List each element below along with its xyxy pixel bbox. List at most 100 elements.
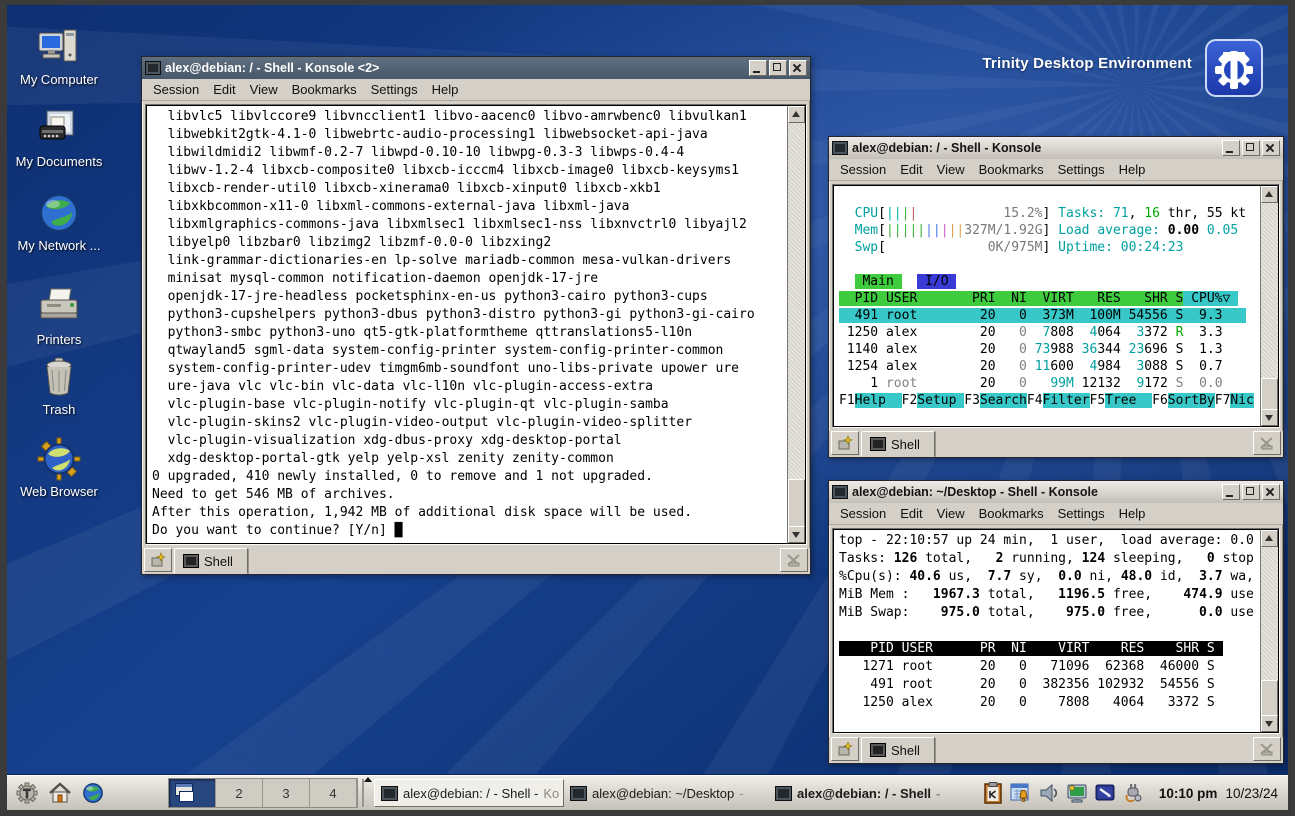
konsole-window-icon [832, 485, 848, 499]
terminal-output[interactable]: top - 22:10:57 up 24 min, 1 user, load a… [833, 529, 1260, 733]
menu-settings[interactable]: Settings [364, 82, 425, 97]
scroll-up-button[interactable] [788, 106, 805, 123]
menu-bookmarks[interactable]: Bookmarks [285, 82, 364, 97]
shell-tab-icon [870, 743, 886, 757]
task-button-konsole-desktop[interactable]: alex@debian: ~/Desktop - [564, 779, 769, 807]
task-button-konsole-shell[interactable]: alex@debian: / - Shell - [769, 779, 974, 807]
minimize-button[interactable] [1222, 140, 1240, 156]
new-session-button[interactable] [831, 737, 859, 761]
desktop-icon-label: My Computer [19, 72, 99, 87]
maximize-button[interactable] [769, 60, 787, 76]
menu-help[interactable]: Help [425, 82, 466, 97]
pager-desktop-4[interactable]: 4 [310, 779, 357, 807]
desktop-icon-printers[interactable]: Printers [9, 285, 109, 349]
terminal-output[interactable]: CPU[|||| 15.2%] Tasks: 71, 16 thr, 55 kt… [833, 185, 1260, 427]
menu-view[interactable]: View [243, 82, 285, 97]
desktop-icon-label: Web Browser [20, 484, 98, 499]
menu-session[interactable]: Session [833, 506, 893, 521]
organizer-alarm-tray-icon[interactable] [1009, 781, 1033, 805]
display-monitor-tray-icon[interactable] [1065, 781, 1089, 805]
close-button[interactable] [1262, 140, 1280, 156]
menu-edit[interactable]: Edit [893, 506, 929, 521]
tab-label: Shell [891, 436, 920, 452]
scroll-up-button[interactable] [1261, 186, 1278, 203]
tde-menu-icon [16, 782, 38, 804]
task-label: alex@debian: / - Shell [797, 785, 932, 801]
pager-desktop-2[interactable]: 2 [216, 779, 263, 807]
task-button-konsole-main[interactable]: alex@debian: / - Shell - Ko [374, 779, 564, 807]
scrollbar[interactable] [1260, 185, 1279, 427]
volume-tray-icon[interactable] [1037, 781, 1061, 805]
power-plug-tray-icon[interactable] [1121, 781, 1145, 805]
taskbar-handle[interactable] [362, 777, 372, 807]
klipper-tray-icon[interactable] [981, 781, 1005, 805]
documents-icon [39, 110, 74, 140]
window-title: alex@debian: ~/Desktop - Shell - Konsole [852, 485, 1098, 499]
maximize-button[interactable] [1242, 484, 1260, 500]
menu-help[interactable]: Help [1112, 506, 1153, 521]
session-list-icon [1260, 743, 1273, 756]
pager-window-thumb [179, 791, 194, 802]
close-button[interactable] [1262, 484, 1280, 500]
desktop-icon-label: Trash [42, 402, 76, 417]
scroll-down-button[interactable] [1261, 715, 1278, 732]
scroll-up-button[interactable] [1261, 530, 1278, 547]
tab-shell[interactable]: Shell [861, 431, 935, 457]
menu-view[interactable]: View [930, 506, 972, 521]
menu-session[interactable]: Session [146, 82, 206, 97]
menu-session[interactable]: Session [833, 162, 893, 177]
konsole-task-icon [570, 785, 587, 801]
session-list-button[interactable] [780, 548, 808, 572]
new-session-button[interactable] [831, 431, 859, 455]
menu-settings[interactable]: Settings [1051, 506, 1112, 521]
desktop: Trinity Desktop Environment My Computer … [7, 5, 1288, 810]
tde-menu-button[interactable] [14, 780, 40, 806]
menubar: Session Edit View Bookmarks Settings Hel… [142, 79, 810, 101]
desktop-icon-trash[interactable]: Trash [9, 355, 109, 419]
pager-desktop-3[interactable]: 3 [263, 779, 310, 807]
scroll-down-button[interactable] [1261, 409, 1278, 426]
scrollbar-thumb[interactable] [1261, 680, 1278, 716]
new-session-button[interactable] [144, 548, 172, 572]
tab-shell[interactable]: Shell [174, 548, 248, 574]
menu-edit[interactable]: Edit [893, 162, 929, 177]
tab-shell[interactable]: Shell [861, 737, 935, 763]
session-tabbar: Shell [142, 548, 810, 574]
home-button[interactable] [47, 780, 73, 806]
session-list-button[interactable] [1253, 737, 1281, 761]
desktop-icon-label: My Documents [15, 154, 103, 169]
desktop-icon-my-documents[interactable]: My Documents [9, 107, 109, 171]
maximize-button[interactable] [1242, 140, 1260, 156]
titlebar[interactable]: alex@debian: ~/Desktop - Shell - Konsole [829, 481, 1283, 503]
task-label: alex@debian: ~/Desktop [592, 785, 735, 801]
scrollbar[interactable] [787, 105, 806, 544]
terminal-output[interactable]: libvlc5 libvlccore9 libvncclient1 libvo-… [146, 105, 787, 544]
titlebar[interactable]: alex@debian: / - Shell - Konsole <2> [142, 57, 810, 79]
screen-tool-tray-icon[interactable] [1093, 781, 1117, 805]
menu-settings[interactable]: Settings [1051, 162, 1112, 177]
menu-bookmarks[interactable]: Bookmarks [972, 506, 1051, 521]
menu-bookmarks[interactable]: Bookmarks [972, 162, 1051, 177]
scroll-down-button[interactable] [788, 526, 805, 543]
scrollbar-thumb[interactable] [788, 479, 805, 527]
menu-edit[interactable]: Edit [206, 82, 242, 97]
menu-help[interactable]: Help [1112, 162, 1153, 177]
browser-globe-icon [83, 783, 103, 803]
pager-desktop-1[interactable] [169, 779, 216, 807]
titlebar[interactable]: alex@debian: / - Shell - Konsole [829, 137, 1283, 159]
computer-icon [38, 29, 77, 62]
desktop-icon-web-browser[interactable]: Web Browser [9, 437, 109, 501]
minimize-button[interactable] [1222, 484, 1240, 500]
browser-button[interactable] [80, 780, 106, 806]
session-list-button[interactable] [1253, 431, 1281, 455]
menu-view[interactable]: View [930, 162, 972, 177]
scrollbar[interactable] [1260, 529, 1279, 733]
window-konsole-top: alex@debian: ~/Desktop - Shell - Konsole… [828, 480, 1284, 764]
minimize-button[interactable] [749, 60, 767, 76]
scrollbar-thumb[interactable] [1261, 378, 1278, 410]
desktop-icon-my-computer[interactable]: My Computer [9, 25, 109, 89]
close-button[interactable] [789, 60, 807, 76]
taskbar-clock[interactable]: 10:10 pm 10/23/24 [1159, 786, 1278, 801]
desktop-icon-my-network[interactable]: My Network ... [9, 191, 109, 255]
tab-label: Shell [204, 553, 233, 569]
